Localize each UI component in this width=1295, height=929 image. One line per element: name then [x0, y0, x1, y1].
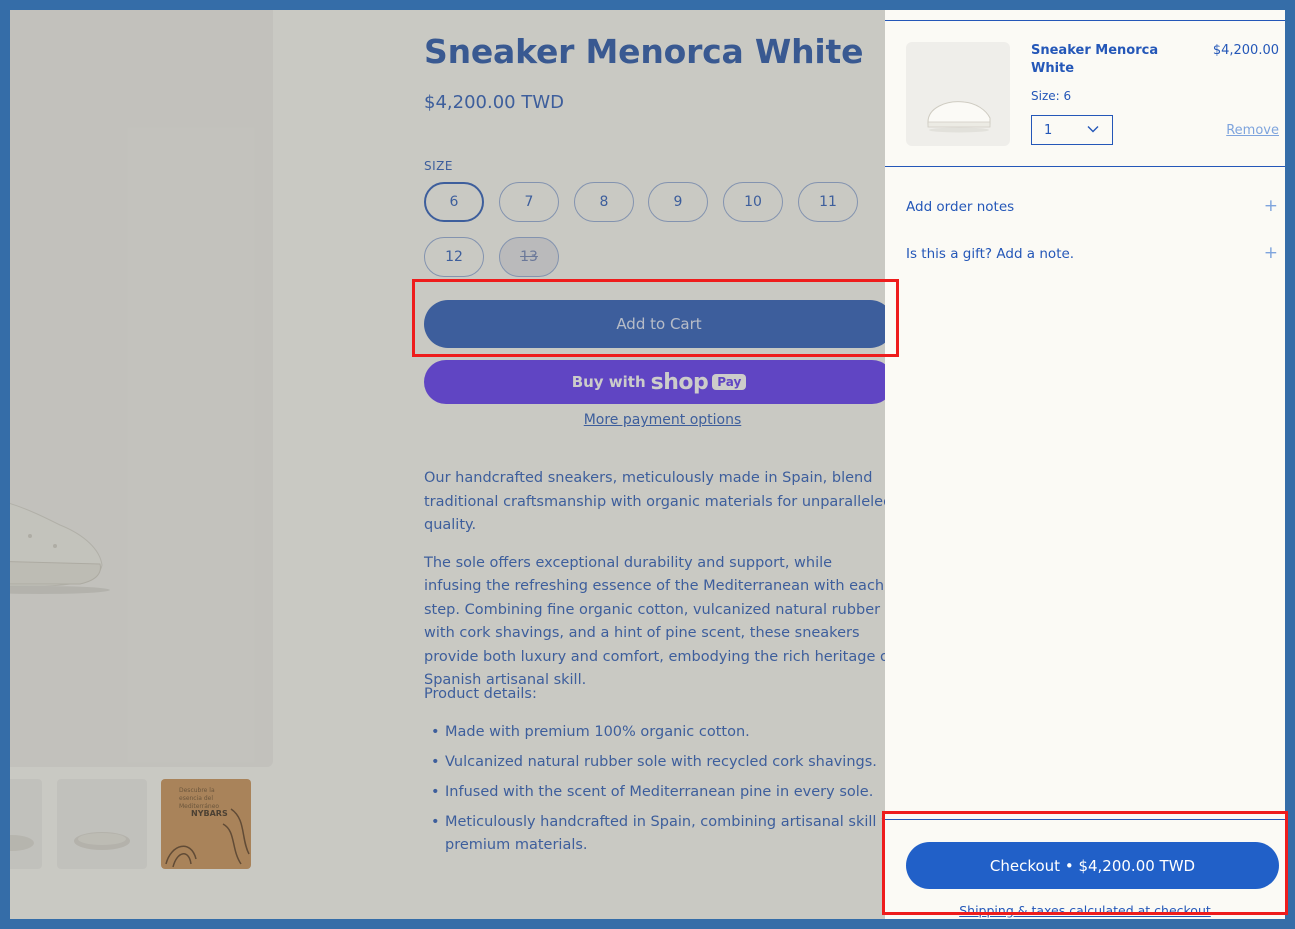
gift-note-toggle[interactable]: Is this a gift? Add a note. +: [906, 243, 1278, 263]
quantity-select[interactable]: 1: [1031, 115, 1113, 145]
quantity-value: 1: [1044, 122, 1053, 138]
checkout-button[interactable]: Checkout • $4,200.00 TWD: [906, 842, 1279, 889]
cart-item-image[interactable]: [906, 42, 1010, 146]
shipping-taxes-note: Shipping & taxes calculated at checkout: [959, 903, 1211, 918]
chevron-down-icon: [1087, 126, 1099, 133]
browser-viewport: Descubre la esencia del Mediterráneo NYB…: [10, 10, 1285, 919]
remove-item-link[interactable]: Remove: [1226, 123, 1279, 138]
divider: [885, 819, 1285, 820]
cart-item-size: Size: 6: [1031, 89, 1072, 103]
plus-icon: +: [1263, 243, 1278, 263]
plus-icon: +: [1263, 196, 1278, 216]
cart-drawer: Sneaker Menorca White $4,200.00 Size: 6 …: [885, 10, 1285, 919]
cart-drawer-backdrop[interactable]: [10, 10, 885, 919]
cart-item-price: $4,200.00: [1212, 43, 1279, 58]
sneaker-cart-thumbnail-image: [927, 101, 991, 133]
gift-note-label: Is this a gift? Add a note.: [906, 246, 1075, 262]
order-notes-label: Add order notes: [906, 199, 1015, 215]
divider: [885, 20, 1285, 21]
divider: [885, 166, 1285, 167]
cart-item-name[interactable]: Sneaker Menorca White: [1031, 42, 1171, 78]
add-order-notes-toggle[interactable]: Add order notes +: [906, 196, 1278, 216]
